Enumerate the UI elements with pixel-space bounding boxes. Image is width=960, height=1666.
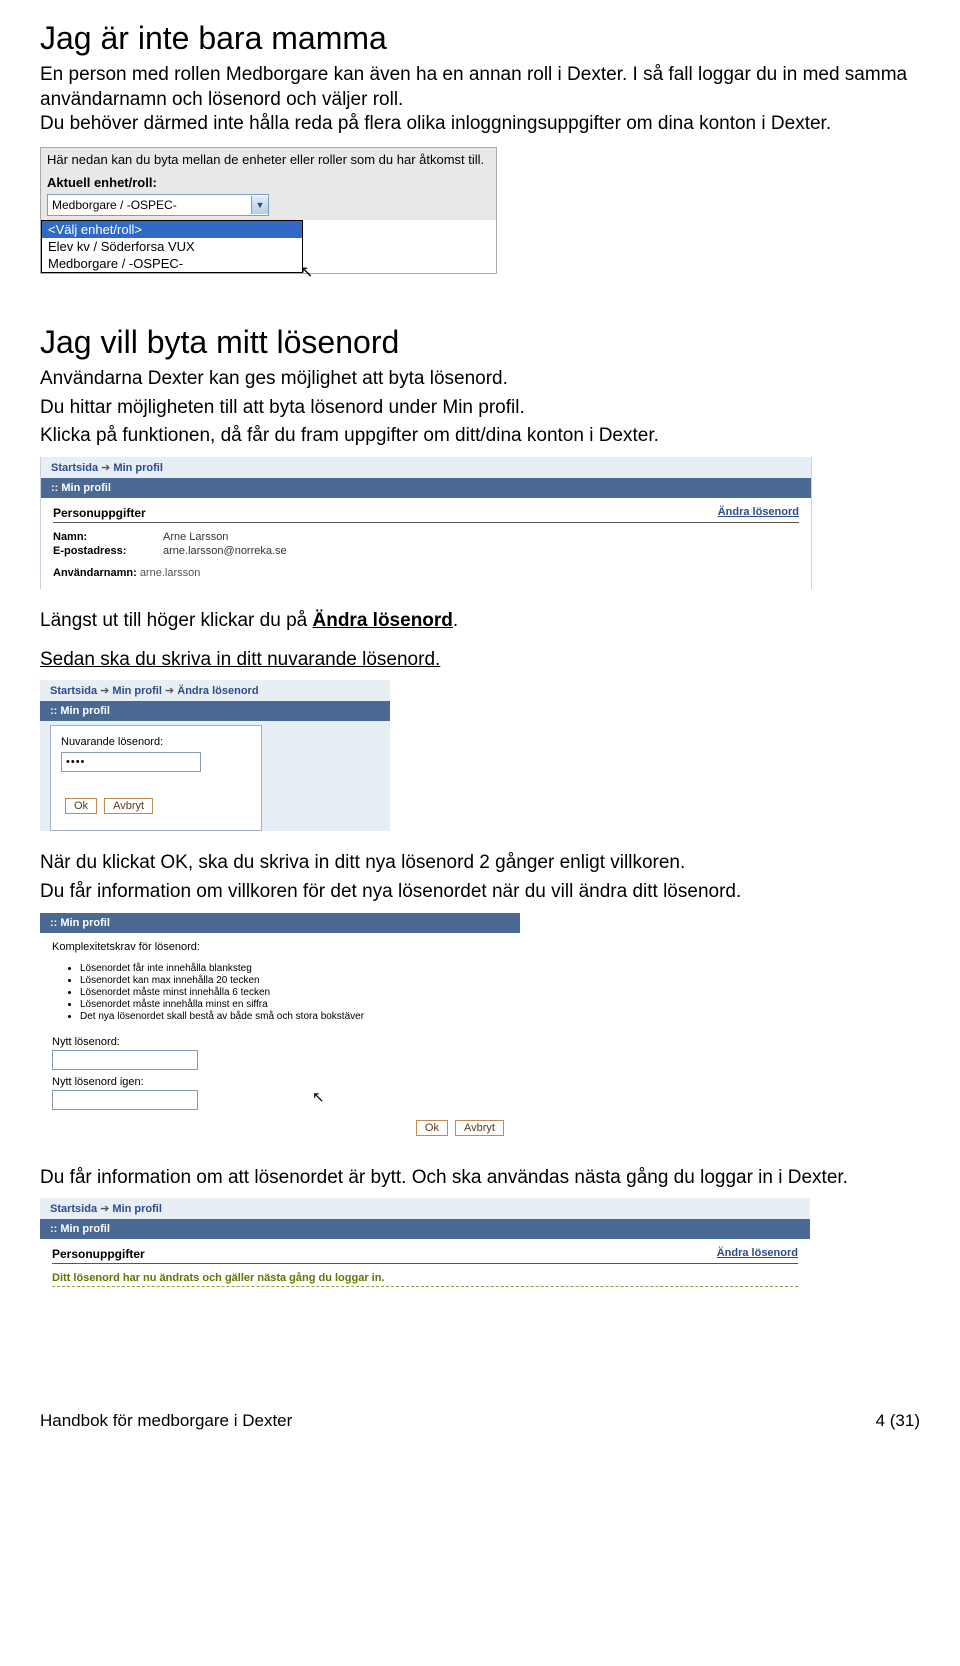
link-andra-losenord[interactable]: Ändra lösenord [718, 506, 799, 518]
current-password-label: Nuvarande lösenord: [61, 736, 251, 748]
section-personuppgifter: Personuppgifter [53, 506, 146, 520]
screenshot-nuvarande-losenord: Startsida ➔ Min profil ➔ Ändra lösenord … [40, 680, 390, 831]
link-andra-losenord-5[interactable]: Ändra lösenord [717, 1247, 798, 1259]
panel-header-4: :: Min profil [40, 913, 520, 933]
screenshot-confirm: Startsida ➔ Min profil :: Min profil Per… [40, 1198, 810, 1321]
current-password-input[interactable] [61, 752, 201, 772]
p2b: Du hittar möjligheten till att byta löse… [40, 396, 920, 421]
cancel-button-2[interactable]: Avbryt [455, 1120, 504, 1136]
heading-1: Jag är inte bara mamma [40, 20, 920, 57]
new-password-label: Nytt lösenord: [52, 1036, 508, 1048]
bc-startsida[interactable]: Startsida [51, 462, 98, 474]
password-changed-confirm: Ditt lösenord har nu ändrats och gäller … [52, 1272, 798, 1287]
p2c: Klicka på funktionen, då får du fram upp… [40, 424, 920, 449]
heading-2: Jag vill byta mitt lösenord [40, 324, 920, 361]
role-dropdown: <Välj enhet/roll> Elev kv / Söderforsa V… [41, 220, 303, 273]
cancel-button[interactable]: Avbryt [104, 798, 153, 814]
p7: Du får information om att lösenordet är … [40, 1166, 920, 1191]
name-value: Arne Larsson [163, 531, 228, 543]
name-label: Namn: [53, 531, 163, 543]
screenshot-role-selector: Här nedan kan du byta mellan de enheter … [40, 147, 497, 274]
role-select-value: Medborgare / -OSPEC- [48, 198, 251, 212]
rule-1: Lösenordet får inte innehålla blanksteg [80, 963, 508, 974]
new-password-input[interactable] [52, 1050, 198, 1070]
panel-header-3: :: Min profil [40, 701, 390, 721]
username-label: Användarnamn: [53, 567, 137, 579]
rule-4: Lösenordet måste innehålla minst en siff… [80, 999, 508, 1010]
password-rules-list: Lösenordet får inte innehålla blanksteg … [80, 963, 508, 1022]
bc5-startsida[interactable]: Startsida [50, 1203, 97, 1215]
ok-button-2[interactable]: Ok [416, 1120, 448, 1136]
new-password-again-input[interactable] [52, 1090, 198, 1110]
breadcrumb: Startsida ➔ Min profil [41, 457, 811, 478]
username-value: arne.larsson [140, 567, 201, 579]
footer-page: 4 (31) [876, 1411, 920, 1431]
role-instruction: Här nedan kan du byta mellan de enheter … [41, 148, 496, 173]
screenshot-min-profil: Startsida ➔ Min profil :: Min profil Per… [40, 457, 812, 589]
p3: Längst ut till höger klickar du på Ändra… [40, 609, 920, 634]
breadcrumb-3: Startsida ➔ Min profil ➔ Ändra lösenord [40, 680, 390, 701]
p5: När du klickat OK, ska du skriva in ditt… [40, 851, 920, 876]
breadcrumb-5: Startsida ➔ Min profil [40, 1198, 810, 1219]
role-label: Aktuell enhet/roll: [41, 173, 496, 194]
new-password-again-label: Nytt lösenord igen: [52, 1076, 508, 1088]
emph-andra-losenord: Ändra lösenord [313, 610, 453, 631]
rule-3: Lösenordet måste minst innehålla 6 tecke… [80, 987, 508, 998]
complexity-title: Komplexitetskrav för lösenord: [52, 941, 508, 953]
p4: Sedan ska du skriva in ditt nuvarande lö… [40, 648, 920, 673]
panel-header: :: Min profil [41, 478, 811, 498]
bc-minprofil[interactable]: Min profil [113, 462, 163, 474]
footer-title: Handbok för medborgare i Dexter [40, 1411, 292, 1431]
intro-paragraph: En person med rollen Medborgare kan även… [40, 63, 920, 137]
panel-header-5: :: Min profil [40, 1219, 810, 1239]
bc5-minprofil[interactable]: Min profil [112, 1203, 162, 1215]
chevron-down-icon: ▼ [251, 196, 268, 214]
bc3-startsida[interactable]: Startsida [50, 685, 97, 697]
role-option-placeholder[interactable]: <Välj enhet/roll> [42, 221, 302, 238]
role-option-elev[interactable]: Elev kv / Söderforsa VUX [42, 238, 302, 255]
p6: Du får information om villkoren för det … [40, 880, 920, 905]
bc3-minprofil[interactable]: Min profil [112, 685, 162, 697]
screenshot-nytt-losenord: :: Min profil Komplexitetskrav för lösen… [40, 913, 520, 1146]
section-personuppgifter-5: Personuppgifter [52, 1247, 145, 1261]
ok-button[interactable]: Ok [65, 798, 97, 814]
bc3-andra[interactable]: Ändra lösenord [177, 685, 258, 697]
p2a: Användarna Dexter kan ges möjlighet att … [40, 367, 920, 392]
rule-5: Det nya lösenordet skall bestå av både s… [80, 1011, 508, 1022]
email-value: arne.larsson@norreka.se [163, 545, 287, 557]
role-option-medborgare[interactable]: Medborgare / -OSPEC- [42, 255, 302, 272]
rule-2: Lösenordet kan max innehålla 20 tecken [80, 975, 508, 986]
email-label: E-postadress: [53, 545, 163, 557]
role-select[interactable]: Medborgare / -OSPEC- ▼ [47, 194, 269, 216]
